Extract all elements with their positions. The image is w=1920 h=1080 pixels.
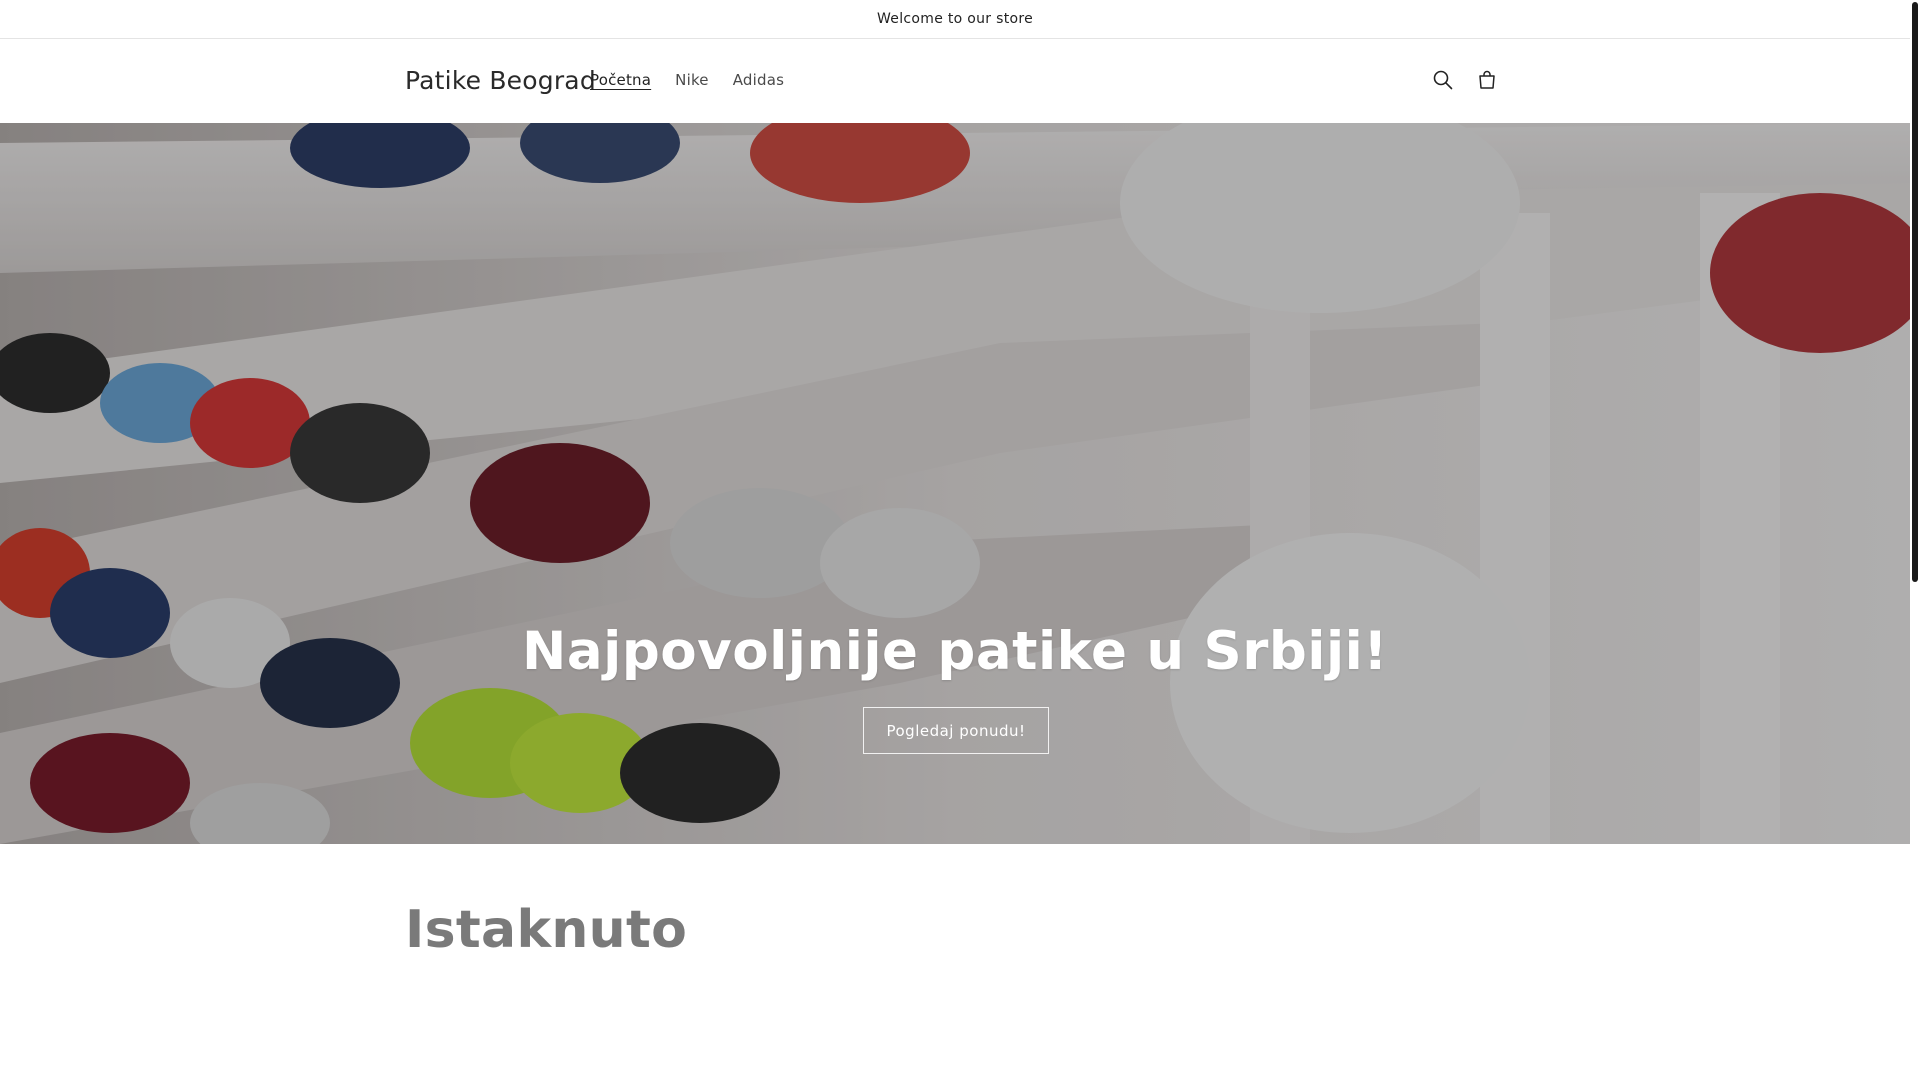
hero-title: Najpovoljnije patike u Srbiji! — [522, 621, 1388, 682]
nav-item-adidas[interactable]: Adidas — [733, 71, 784, 89]
scrollbar-thumb[interactable] — [1912, 2, 1918, 582]
cart-button[interactable] — [1470, 63, 1504, 97]
hero-banner: Najpovoljnije patike u Srbiji! Pogledaj … — [0, 123, 1910, 844]
nav-item-pocetna[interactable]: Početna — [590, 71, 651, 89]
store-logo[interactable]: Patike Beograd — [405, 66, 596, 95]
announcement-text: Welcome to our store — [876, 11, 1034, 27]
view-offer-button[interactable]: Pogledaj ponudu! — [863, 707, 1049, 754]
search-button[interactable] — [1426, 63, 1460, 97]
search-icon — [1433, 70, 1453, 90]
nav-item-nike[interactable]: Nike — [675, 71, 709, 89]
announcement-bar: Welcome to our store — [0, 0, 1910, 39]
site-header: Patike Beograd Početna Nike Adidas — [0, 39, 1910, 123]
featured-section-title: Istaknuto — [405, 900, 688, 960]
main-nav: Početna Nike Adidas — [590, 71, 808, 89]
cart-icon — [1479, 70, 1495, 89]
page: Welcome to our store Patike Beograd Poče… — [0, 0, 1910, 1080]
